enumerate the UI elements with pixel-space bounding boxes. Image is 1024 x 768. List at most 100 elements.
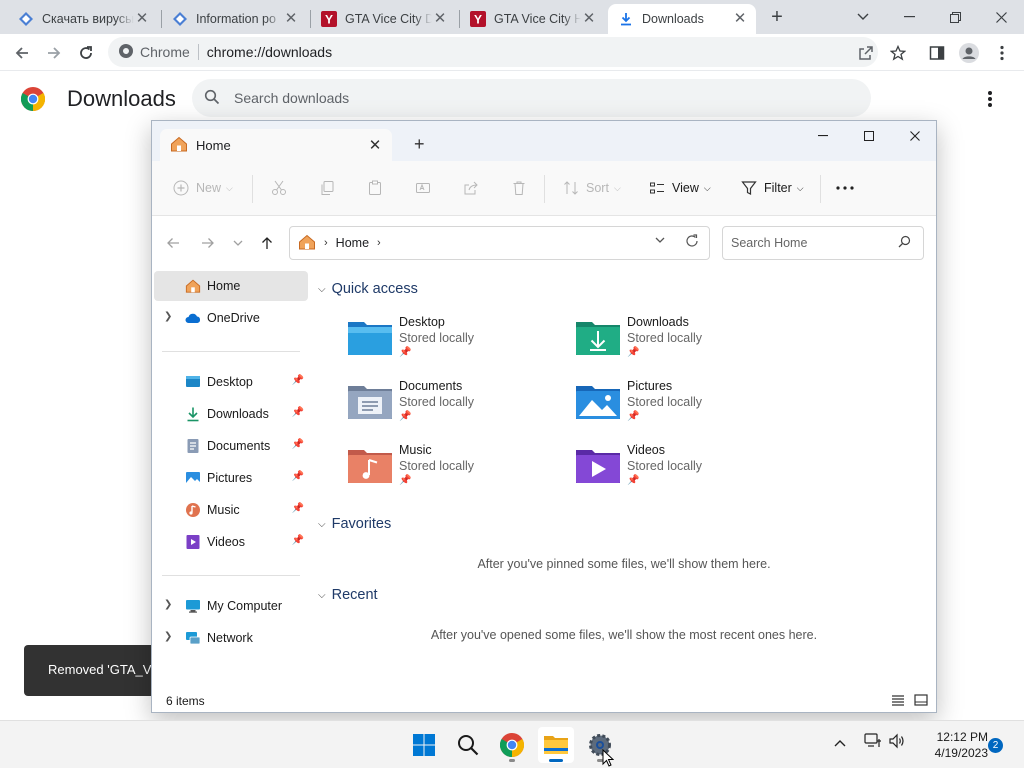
search-icon[interactable]	[450, 727, 486, 763]
maximize-button[interactable]	[846, 121, 892, 151]
collapse-chevron-icon[interactable]: ⌵	[318, 519, 326, 530]
quick-access-pictures[interactable]: Pictures Stored locally 📌	[576, 379, 796, 437]
network-status-icon[interactable]	[864, 733, 882, 752]
rename-button[interactable]	[414, 176, 438, 200]
notification-badge[interactable]: 2	[988, 738, 1003, 753]
nav-divider	[162, 575, 300, 576]
chrome-taskbar-icon[interactable]	[494, 727, 530, 763]
close-tab-icon[interactable]: ✕	[581, 11, 597, 27]
pin-icon: 📌	[291, 503, 304, 514]
address-bar[interactable]: Chrome chrome://downloads	[108, 37, 878, 67]
share-icon[interactable]	[855, 42, 877, 64]
quick-access-music[interactable]: Music Stored locally 📌	[348, 443, 568, 501]
nav-item-my-computer[interactable]: ❯ My Computer	[154, 591, 308, 621]
address-breadcrumb[interactable]: › Home ›	[289, 226, 710, 260]
back-button[interactable]	[9, 40, 35, 66]
side-panel-icon[interactable]	[926, 42, 948, 64]
downloads-search-input[interactable]: Search downloads	[192, 79, 871, 117]
explorer-search-input[interactable]: Search Home	[722, 226, 924, 260]
delete-button[interactable]	[510, 176, 534, 200]
restore-button[interactable]	[932, 0, 978, 34]
copy-button[interactable]	[318, 176, 342, 200]
nav-item-desktop[interactable]: Desktop 📌	[154, 367, 308, 397]
address-dropdown-chevron-icon[interactable]	[655, 235, 665, 247]
volume-icon[interactable]	[888, 733, 906, 752]
explorer-tab-home[interactable]: Home ✕	[160, 129, 392, 161]
quick-access-documents[interactable]: Documents Stored locally 📌	[348, 379, 568, 437]
close-tab-icon[interactable]: ✕	[134, 11, 150, 27]
new-button[interactable]: New ⌵	[172, 176, 233, 200]
close-window-button[interactable]	[892, 121, 936, 151]
cut-icon	[270, 179, 288, 197]
download-arrow-icon	[185, 406, 201, 422]
close-tab-icon[interactable]: ✕	[732, 11, 748, 27]
nav-item-home[interactable]: Home	[154, 271, 308, 301]
home-icon	[185, 278, 201, 294]
nav-item-network[interactable]: ❯ Network	[154, 623, 308, 653]
forward-button[interactable]	[41, 40, 67, 66]
new-tab-button[interactable]: +	[414, 135, 425, 153]
sort-button[interactable]: Sort ⌵	[562, 176, 621, 200]
view-button[interactable]: View ⌵	[648, 176, 711, 200]
chrome-menu-icon[interactable]	[991, 42, 1013, 64]
browser-tab[interactable]: Y GTA Vice City D ✕	[311, 4, 456, 34]
up-arrow-icon[interactable]	[257, 235, 277, 251]
show-hidden-icons-chevron-icon[interactable]	[834, 735, 846, 750]
more-options-icon[interactable]	[836, 176, 854, 200]
minimize-button[interactable]	[886, 0, 932, 34]
reload-button[interactable]	[73, 40, 99, 66]
minimize-button[interactable]	[800, 121, 846, 151]
system-clock[interactable]: 12:12 PM 4/19/2023	[912, 729, 988, 761]
expand-chevron-icon[interactable]: ❯	[164, 311, 172, 322]
nav-item-pictures[interactable]: Pictures 📌	[154, 463, 308, 493]
chrome-site-icon[interactable]	[118, 43, 134, 62]
quick-access-videos[interactable]: Videos Stored locally 📌	[576, 443, 796, 501]
quick-access-downloads[interactable]: Downloads Stored locally 📌	[576, 315, 796, 373]
nav-item-videos[interactable]: Videos 📌	[154, 527, 308, 557]
expand-chevron-icon[interactable]: ❯	[164, 599, 172, 610]
new-tab-button[interactable]: +	[766, 7, 788, 29]
close-tab-icon[interactable]: ✕	[283, 11, 299, 27]
url-text[interactable]: chrome://downloads	[207, 44, 332, 60]
details-view-icon[interactable]	[891, 693, 907, 709]
diamond-favicon-icon	[18, 11, 34, 27]
close-tab-icon[interactable]: ✕	[432, 11, 448, 27]
nav-item-downloads[interactable]: Downloads 📌	[154, 399, 308, 429]
tiles-view-icon[interactable]	[914, 693, 930, 709]
downloads-more-menu-icon[interactable]	[980, 88, 1000, 110]
section-header-quick-access[interactable]: ⌵ Quick access	[318, 281, 418, 297]
bookmark-star-icon[interactable]	[887, 42, 909, 64]
paste-button[interactable]	[366, 176, 390, 200]
cut-button[interactable]	[270, 176, 294, 200]
section-header-recent[interactable]: ⌵ Recent	[318, 587, 378, 603]
recent-locations-chevron-icon[interactable]	[228, 235, 248, 251]
breadcrumb-home[interactable]: Home	[336, 236, 369, 250]
file-explorer-taskbar-icon[interactable]	[538, 727, 574, 763]
profile-avatar-icon[interactable]	[958, 42, 980, 64]
close-window-button[interactable]	[978, 0, 1024, 34]
share-button[interactable]	[462, 176, 486, 200]
nav-item-music[interactable]: Music 📌	[154, 495, 308, 525]
onedrive-cloud-icon	[185, 310, 201, 326]
tab-search-icon[interactable]	[840, 0, 886, 34]
section-header-favorites[interactable]: ⌵ Favorites	[318, 516, 391, 532]
breadcrumb-chevron-icon[interactable]: ›	[377, 237, 381, 249]
filter-button[interactable]: Filter ⌵	[740, 176, 804, 200]
collapse-chevron-icon[interactable]: ⌵	[318, 284, 326, 295]
quick-access-desktop[interactable]: Desktop Stored locally 📌	[348, 315, 568, 373]
nav-item-onedrive[interactable]: ❯ OneDrive	[154, 303, 308, 333]
view-icon	[648, 179, 666, 197]
browser-tab[interactable]: Information po ✕	[162, 4, 307, 34]
start-windows-icon[interactable]	[406, 727, 442, 763]
nav-item-documents[interactable]: Documents 📌	[154, 431, 308, 461]
expand-chevron-icon[interactable]: ❯	[164, 631, 172, 642]
browser-tab[interactable]: Скачать вирусы ✕	[8, 4, 158, 34]
browser-tab-active[interactable]: Downloads ✕	[608, 4, 756, 34]
collapse-chevron-icon[interactable]: ⌵	[318, 590, 326, 601]
refresh-icon[interactable]	[685, 234, 699, 251]
forward-arrow-icon[interactable]	[198, 235, 218, 251]
browser-tab[interactable]: Y GTA Vice City H ✕	[460, 4, 605, 34]
back-arrow-icon[interactable]	[163, 235, 183, 251]
windows-taskbar: 12:12 PM 4/19/2023 2	[0, 720, 1024, 768]
close-tab-icon[interactable]: ✕	[364, 136, 386, 154]
